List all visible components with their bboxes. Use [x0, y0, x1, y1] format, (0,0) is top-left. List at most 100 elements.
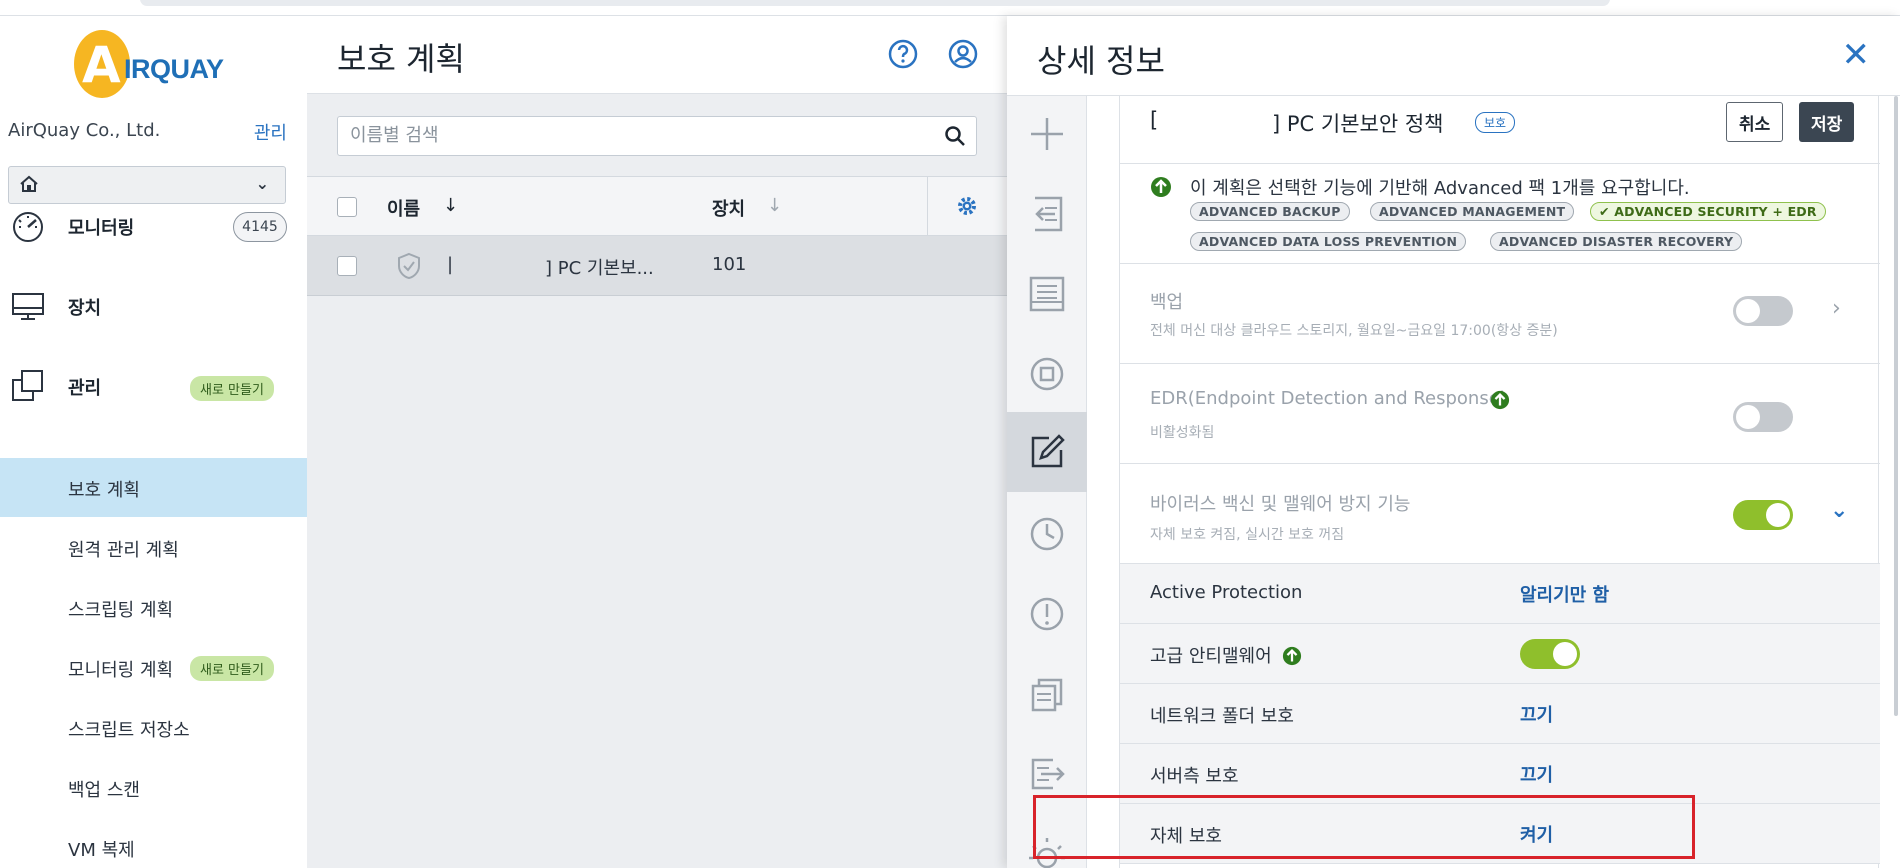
feature-subtitle: 비활성화됨 — [1150, 425, 1215, 441]
setting-network-folder-protection[interactable]: 네트워크 폴더 보호 끄기 — [1120, 684, 1880, 744]
cancel-button[interactable]: 취소 — [1726, 102, 1784, 142]
save-button[interactable]: 저장 — [1799, 102, 1855, 142]
search-box[interactable] — [337, 116, 977, 156]
details-title: 상세 정보 — [1037, 42, 1165, 80]
address-bar-stub — [140, 0, 1610, 6]
column-name[interactable]: 이름 — [387, 195, 420, 221]
gear-icon[interactable] — [956, 195, 978, 217]
sidebar-item-protection-plans[interactable]: 보호 계획 — [0, 458, 307, 517]
logo-letter: A — [82, 36, 121, 94]
monitoring-count-badge: 4145 — [233, 212, 287, 242]
logo: A IRQUAY — [70, 20, 230, 100]
feature-subtitle: 자체 보호 켜짐, 실시간 보호 꺼짐 — [1150, 527, 1345, 543]
setting-label: 네트워크 폴더 보호 — [1150, 706, 1294, 727]
row-devices: 101 — [712, 254, 747, 275]
plan-name-bracket: [ — [1150, 108, 1159, 132]
plan-type-tag: 보호 — [1475, 112, 1516, 133]
edr-toggle[interactable] — [1733, 402, 1793, 432]
setting-active-protection[interactable]: Active Protection 알리기만 함 — [1120, 564, 1880, 624]
search-icon[interactable] — [944, 125, 966, 147]
sidebar-item-monitoring-plans[interactable]: 모니터링 계획 새로 만들기 — [0, 638, 307, 697]
clock-icon[interactable] — [1025, 512, 1069, 556]
pack-badge: ADVANCED MANAGEMENT — [1370, 202, 1575, 221]
shield-icon — [398, 252, 420, 280]
chevron-right-icon[interactable]: › — [1832, 296, 1841, 321]
details-scrollbar[interactable] — [1894, 96, 1898, 716]
nav-management[interactable]: 관리 새로 만들기 — [0, 360, 307, 416]
sidebar-item-label: 스크립트 저장소 — [68, 720, 190, 741]
management-new-badge: 새로 만들기 — [190, 376, 274, 401]
search-input[interactable] — [350, 125, 930, 146]
row-checkbox[interactable] — [337, 256, 357, 276]
setting-label: 고급 안티맬웨어 — [1150, 646, 1272, 667]
sort-icon[interactable]: ↓ — [767, 195, 782, 216]
feature-title: 바이러스 백신 및 맬웨어 방지 기능 — [1150, 494, 1411, 515]
table-row[interactable]: | ] PC 기본보... 101 — [307, 236, 1007, 296]
sidebar: A IRQUAY AirQuay Co., Ltd. 관리 ⌄ 모니터링 414… — [0, 16, 307, 868]
chevron-down-icon: ⌄ — [255, 174, 269, 193]
sidebar-item-backup-scan[interactable]: 백업 스캔 — [0, 758, 307, 817]
setting-value-link[interactable]: 알리기만 함 — [1520, 581, 1609, 607]
toggle-knob — [1766, 503, 1790, 527]
advanced-antimalware-toggle[interactable] — [1520, 639, 1580, 669]
row-name-prefix: | — [447, 254, 454, 275]
alert-icon[interactable] — [1025, 592, 1069, 636]
backup-toggle[interactable] — [1733, 296, 1793, 326]
sort-desc-icon[interactable]: ↓ — [443, 195, 458, 216]
import-icon[interactable] — [1025, 192, 1069, 236]
pack-badge-enabled: ✔ ADVANCED SECURITY + EDR — [1590, 202, 1826, 221]
sidebar-item-label: 모니터링 계획 — [68, 660, 174, 681]
details-panel: 상세 정보 ✕ [ ] PC 기본보안 정책 보호 취소 저장 이 계획은 선택… — [1007, 16, 1900, 868]
antivirus-toggle[interactable] — [1733, 500, 1793, 530]
page-title: 보호 계획 — [337, 40, 465, 78]
monitor-icon — [12, 293, 44, 320]
sidebar-item-label: 스크립팅 계획 — [68, 600, 174, 621]
stop-icon[interactable] — [1025, 352, 1069, 396]
highlight-box — [1033, 795, 1695, 859]
sidebar-item-script-repository[interactable]: 스크립트 저장소 — [0, 698, 307, 757]
sidebar-item-vm-replication[interactable]: VM 복제 — [0, 818, 307, 868]
export-icon[interactable] — [1025, 752, 1069, 796]
list-document-icon[interactable] — [1025, 272, 1069, 316]
logo-word: IRQUAY — [124, 54, 224, 84]
close-icon[interactable]: ✕ — [1842, 38, 1871, 72]
feature-antivirus[interactable]: 바이러스 백신 및 맬웨어 방지 기능 자체 보호 켜짐, 실시간 보호 꺼짐 … — [1120, 464, 1880, 564]
setting-value-link[interactable]: 끄기 — [1520, 701, 1553, 727]
pack-badge: ADVANCED DISASTER RECOVERY — [1490, 232, 1743, 251]
sidebar-item-scripting-plans[interactable]: 스크립팅 계획 — [0, 578, 307, 637]
upgrade-arrow-icon — [1151, 177, 1171, 197]
copy-icon[interactable] — [1025, 672, 1069, 716]
plus-icon[interactable] — [1025, 112, 1069, 156]
manage-link[interactable]: 관리 — [254, 119, 287, 145]
upgrade-arrow-icon — [1490, 390, 1510, 410]
notice-text: 이 계획은 선택한 기능에 기반해 Advanced 팩 1개를 요구합니다. — [1190, 178, 1690, 199]
edit-icon[interactable] — [1025, 430, 1069, 474]
help-icon[interactable] — [887, 38, 919, 70]
details-icon-rail — [1007, 96, 1087, 868]
column-devices[interactable]: 장치 — [712, 195, 745, 221]
plans-list-pane: 보호 계획 이름 ↓ 장치 ↓ | ] PC 기본보... 101 — [307, 16, 1007, 868]
advanced-pack-notice: 이 계획은 선택한 기능에 기반해 Advanced 팩 1개를 요구합니다. … — [1120, 164, 1880, 264]
chevron-down-icon[interactable]: ⌄ — [1830, 498, 1848, 523]
plan-name[interactable]: ] PC 기본보안 정책 — [1272, 108, 1443, 138]
layers-icon — [12, 370, 43, 401]
feature-subtitle: 전체 머신 대상 클라우드 스토리지, 월요일~금요일 17:00(항상 증분) — [1150, 323, 1558, 339]
tenant-select[interactable]: ⌄ — [8, 166, 286, 204]
pack-badge: ADVANCED BACKUP — [1190, 202, 1350, 221]
sidebar-item-label: 백업 스캔 — [68, 780, 140, 801]
sidebar-item-remote-management-plans[interactable]: 원격 관리 계획 — [0, 518, 307, 577]
speedometer-icon — [13, 212, 43, 242]
details-content: [ ] PC 기본보안 정책 보호 취소 저장 이 계획은 선택한 기능에 기반… — [1119, 96, 1880, 868]
sidebar-item-label: 원격 관리 계획 — [68, 540, 179, 561]
nav-monitoring[interactable]: 모니터링 4145 — [0, 200, 307, 256]
select-all-checkbox[interactable] — [337, 197, 357, 217]
user-account-icon[interactable] — [947, 38, 979, 70]
details-header: 상세 정보 ✕ — [1007, 16, 1900, 96]
feature-backup[interactable]: 백업 전체 머신 대상 클라우드 스토리지, 월요일~금요일 17:00(항상 … — [1120, 264, 1880, 364]
setting-value-link[interactable]: 끄기 — [1520, 761, 1553, 787]
toggle-knob — [1736, 299, 1760, 323]
setting-advanced-antimalware[interactable]: 고급 안티맬웨어 — [1120, 624, 1880, 684]
feature-edr[interactable]: EDR(Endpoint Detection and Response) 비활성… — [1120, 364, 1880, 464]
nav-devices[interactable]: 장치 — [0, 280, 307, 336]
column-settings-cell — [927, 177, 1007, 235]
